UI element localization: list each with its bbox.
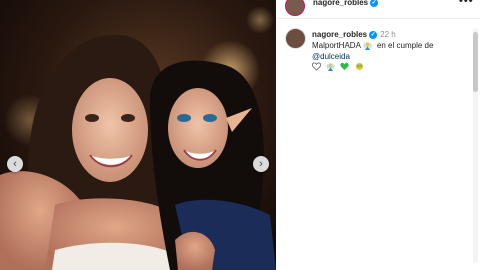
- more-options-icon[interactable]: •••: [459, 0, 474, 7]
- previous-image-button[interactable]: ‹: [7, 156, 23, 172]
- caption-emoji-row: [312, 62, 367, 72]
- caption-line-1: MalportHADA en el cumple de: [312, 41, 434, 51]
- caption-username[interactable]: nagore_robles: [312, 30, 367, 39]
- header-avatar[interactable]: [285, 0, 305, 16]
- green-heart-icon: [340, 63, 350, 71]
- verified-badge-icon: ✓: [370, 0, 379, 7]
- caption-avatar[interactable]: [285, 28, 306, 49]
- next-image-button[interactable]: ›: [253, 156, 269, 172]
- post-side-panel: nagore_robles ✓ ••• nagore_robles ✓ 22 h Ma…: [276, 0, 480, 270]
- white-heart-icon: [312, 62, 321, 71]
- scrollbar-thumb[interactable]: [473, 32, 478, 92]
- caption-text-part2: en el cumple de: [376, 41, 434, 50]
- post-photo[interactable]: ‹ ›: [0, 0, 276, 270]
- photo-illustration: [0, 0, 276, 270]
- header-username[interactable]: nagore_robles: [313, 0, 368, 7]
- mention-link[interactable]: @dulceida: [312, 52, 350, 61]
- header-username-link[interactable]: nagore_robles ✓: [313, 0, 379, 7]
- caption-text-part1: MalportHADA: [312, 41, 361, 50]
- fairy-emoji-icon: [363, 42, 372, 51]
- crown-emoji-icon: [355, 63, 363, 71]
- caption-line-2: @dulceida: [312, 52, 350, 61]
- caption-header: nagore_robles ✓ 22 h: [312, 30, 396, 39]
- post-time[interactable]: 22 h: [380, 30, 396, 39]
- fairy-emoji-icon: [326, 63, 335, 72]
- verified-badge-icon: ✓: [369, 30, 378, 39]
- post-header: nagore_robles ✓ •••: [276, 0, 480, 19]
